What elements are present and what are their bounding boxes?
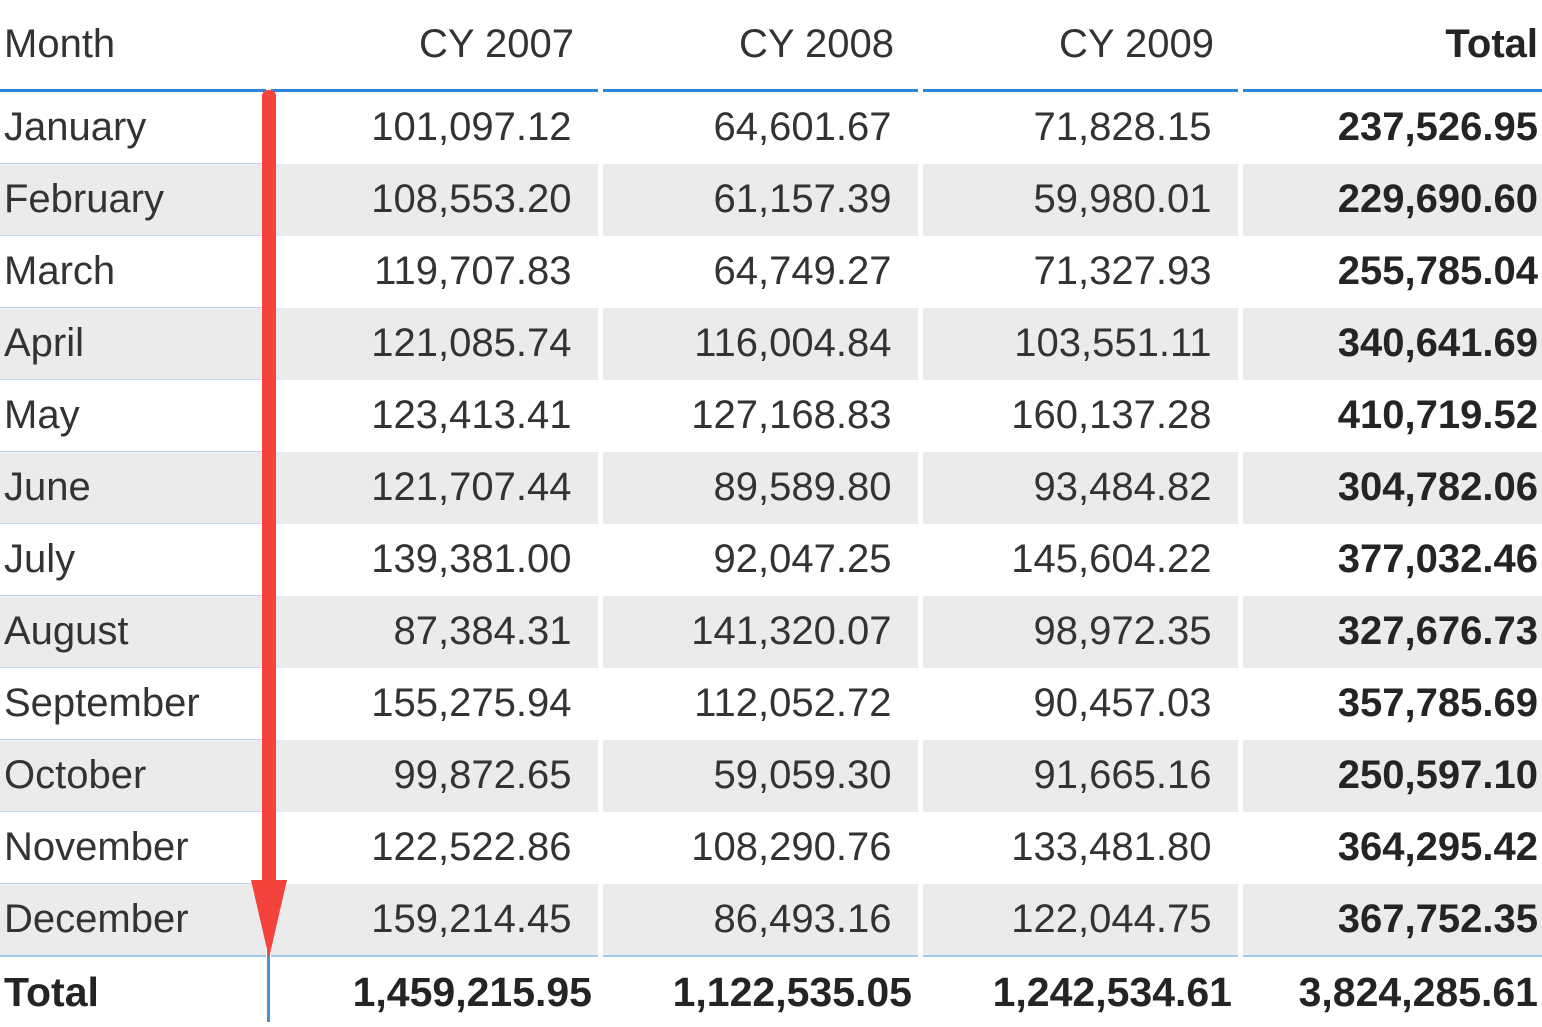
grand-total-total[interactable]: 3,824,285.61 xyxy=(1240,955,1542,1027)
cell-cy2009[interactable]: 103,551.11 xyxy=(917,307,1240,380)
cell-month[interactable]: August xyxy=(0,595,268,668)
cell-cy2009[interactable]: 90,457.03 xyxy=(917,667,1240,740)
cell-month[interactable]: January xyxy=(0,90,268,164)
cell-month[interactable]: September xyxy=(0,667,268,740)
cell-cy2009[interactable]: 71,327.93 xyxy=(917,235,1240,308)
table-row[interactable]: August 87,384.31 141,320.07 98,972.35 32… xyxy=(0,595,1542,668)
cell-month[interactable]: October xyxy=(0,739,268,812)
cell-cy2007[interactable]: 121,085.74 xyxy=(265,307,600,380)
cell-cy2008[interactable]: 108,290.76 xyxy=(597,811,920,884)
cell-cy2008[interactable]: 141,320.07 xyxy=(597,595,920,668)
table-row[interactable]: February 108,553.20 61,157.39 59,980.01 … xyxy=(0,163,1542,236)
table-row[interactable]: April 121,085.74 116,004.84 103,551.11 3… xyxy=(0,307,1542,380)
table-row[interactable]: June 121,707.44 89,589.80 93,484.82 304,… xyxy=(0,451,1542,524)
cell-cy2007[interactable]: 121,707.44 xyxy=(265,451,600,524)
cell-cy2008[interactable]: 127,168.83 xyxy=(597,379,920,452)
cell-cy2007[interactable]: 87,384.31 xyxy=(265,595,600,668)
table-header: Month CY 2007 CY 2008 CY 2009 Total xyxy=(0,0,1542,92)
cell-cy2009[interactable]: 98,972.35 xyxy=(917,595,1240,668)
cell-month[interactable]: July xyxy=(0,523,268,596)
cell-cy2008[interactable]: 86,493.16 xyxy=(597,883,920,956)
cell-month[interactable]: December xyxy=(0,883,268,957)
column-edge-marker xyxy=(267,950,270,1022)
cell-cy2008[interactable]: 116,004.84 xyxy=(597,307,920,380)
cell-cy2007[interactable]: 155,275.94 xyxy=(265,667,600,740)
column-header-total[interactable]: Total xyxy=(1240,0,1542,92)
table-row[interactable]: October 99,872.65 59,059.30 91,665.16 25… xyxy=(0,739,1542,812)
cell-total[interactable]: 255,785.04 xyxy=(1237,235,1542,308)
column-header-cy2009[interactable]: CY 2009 xyxy=(920,0,1240,92)
grand-total-label: Total xyxy=(0,955,268,1027)
cell-cy2008[interactable]: 64,601.67 xyxy=(597,90,920,164)
cell-cy2008[interactable]: 92,047.25 xyxy=(597,523,920,596)
cell-cy2007[interactable]: 159,214.45 xyxy=(265,883,600,956)
column-header-cy2007[interactable]: CY 2007 xyxy=(268,0,600,92)
cell-total[interactable]: 229,690.60 xyxy=(1237,163,1542,236)
cell-total[interactable]: 357,785.69 xyxy=(1237,667,1542,740)
cell-cy2008[interactable]: 59,059.30 xyxy=(597,739,920,812)
table-body: January 101,097.12 64,601.67 71,828.15 2… xyxy=(0,90,1542,957)
header-row: Month CY 2007 CY 2008 CY 2009 Total xyxy=(0,0,1542,92)
table-row[interactable]: March 119,707.83 64,749.27 71,327.93 255… xyxy=(0,235,1542,308)
cell-cy2007[interactable]: 139,381.00 xyxy=(265,523,600,596)
cell-cy2008[interactable]: 112,052.72 xyxy=(597,667,920,740)
cell-cy2007[interactable]: 108,553.20 xyxy=(265,163,600,236)
column-header-month[interactable]: Month xyxy=(0,0,268,92)
cell-month[interactable]: June xyxy=(0,451,268,524)
cell-total[interactable]: 327,676.73 xyxy=(1237,595,1542,668)
table-row[interactable]: July 139,381.00 92,047.25 145,604.22 377… xyxy=(0,523,1542,596)
cell-month[interactable]: February xyxy=(0,163,268,236)
cell-total[interactable]: 250,597.10 xyxy=(1237,739,1542,812)
table-row[interactable]: May 123,413.41 127,168.83 160,137.28 410… xyxy=(0,379,1542,452)
cell-cy2009[interactable]: 122,044.75 xyxy=(917,883,1240,956)
cell-total[interactable]: 237,526.95 xyxy=(1237,90,1542,164)
cell-cy2007[interactable]: 122,522.86 xyxy=(265,811,600,884)
grand-total-cy2007[interactable]: 1,459,215.95 xyxy=(268,955,600,1027)
cell-month[interactable]: March xyxy=(0,235,268,308)
cell-cy2009[interactable]: 59,980.01 xyxy=(917,163,1240,236)
table-footer: Total 1,459,215.95 1,122,535.05 1,242,53… xyxy=(0,955,1542,1027)
cell-cy2009[interactable]: 91,665.16 xyxy=(917,739,1240,812)
cell-cy2008[interactable]: 61,157.39 xyxy=(597,163,920,236)
cell-total[interactable]: 364,295.42 xyxy=(1237,811,1542,884)
cell-cy2009[interactable]: 71,828.15 xyxy=(917,90,1240,164)
cell-cy2007[interactable]: 101,097.12 xyxy=(265,90,600,164)
cell-cy2007[interactable]: 119,707.83 xyxy=(265,235,600,308)
table-row[interactable]: September 155,275.94 112,052.72 90,457.0… xyxy=(0,667,1542,740)
table-row[interactable]: November 122,522.86 108,290.76 133,481.8… xyxy=(0,811,1542,884)
cell-cy2008[interactable]: 64,749.27 xyxy=(597,235,920,308)
table-row[interactable]: January 101,097.12 64,601.67 71,828.15 2… xyxy=(0,90,1542,164)
cell-total[interactable]: 367,752.35 xyxy=(1237,883,1542,956)
cell-cy2008[interactable]: 89,589.80 xyxy=(597,451,920,524)
cell-total[interactable]: 340,641.69 xyxy=(1237,307,1542,380)
cell-month[interactable]: November xyxy=(0,811,268,884)
table-row[interactable]: December 159,214.45 86,493.16 122,044.75… xyxy=(0,883,1542,957)
cell-month[interactable]: May xyxy=(0,379,268,452)
cell-cy2009[interactable]: 145,604.22 xyxy=(917,523,1240,596)
matrix-visual: Month CY 2007 CY 2008 CY 2009 Total Janu… xyxy=(0,0,1542,1027)
cell-cy2009[interactable]: 160,137.28 xyxy=(917,379,1240,452)
cell-cy2007[interactable]: 123,413.41 xyxy=(265,379,600,452)
grand-total-row[interactable]: Total 1,459,215.95 1,122,535.05 1,242,53… xyxy=(0,955,1542,1027)
grand-total-cy2009[interactable]: 1,242,534.61 xyxy=(920,955,1240,1027)
cell-total[interactable]: 377,032.46 xyxy=(1237,523,1542,596)
cell-total[interactable]: 410,719.52 xyxy=(1237,379,1542,452)
matrix-table: Month CY 2007 CY 2008 CY 2009 Total Janu… xyxy=(0,0,1542,1027)
cell-total[interactable]: 304,782.06 xyxy=(1237,451,1542,524)
cell-cy2007[interactable]: 99,872.65 xyxy=(265,739,600,812)
cell-month[interactable]: April xyxy=(0,307,268,380)
grand-total-cy2008[interactable]: 1,122,535.05 xyxy=(600,955,920,1027)
cell-cy2009[interactable]: 93,484.82 xyxy=(917,451,1240,524)
cell-cy2009[interactable]: 133,481.80 xyxy=(917,811,1240,884)
column-header-cy2008[interactable]: CY 2008 xyxy=(600,0,920,92)
